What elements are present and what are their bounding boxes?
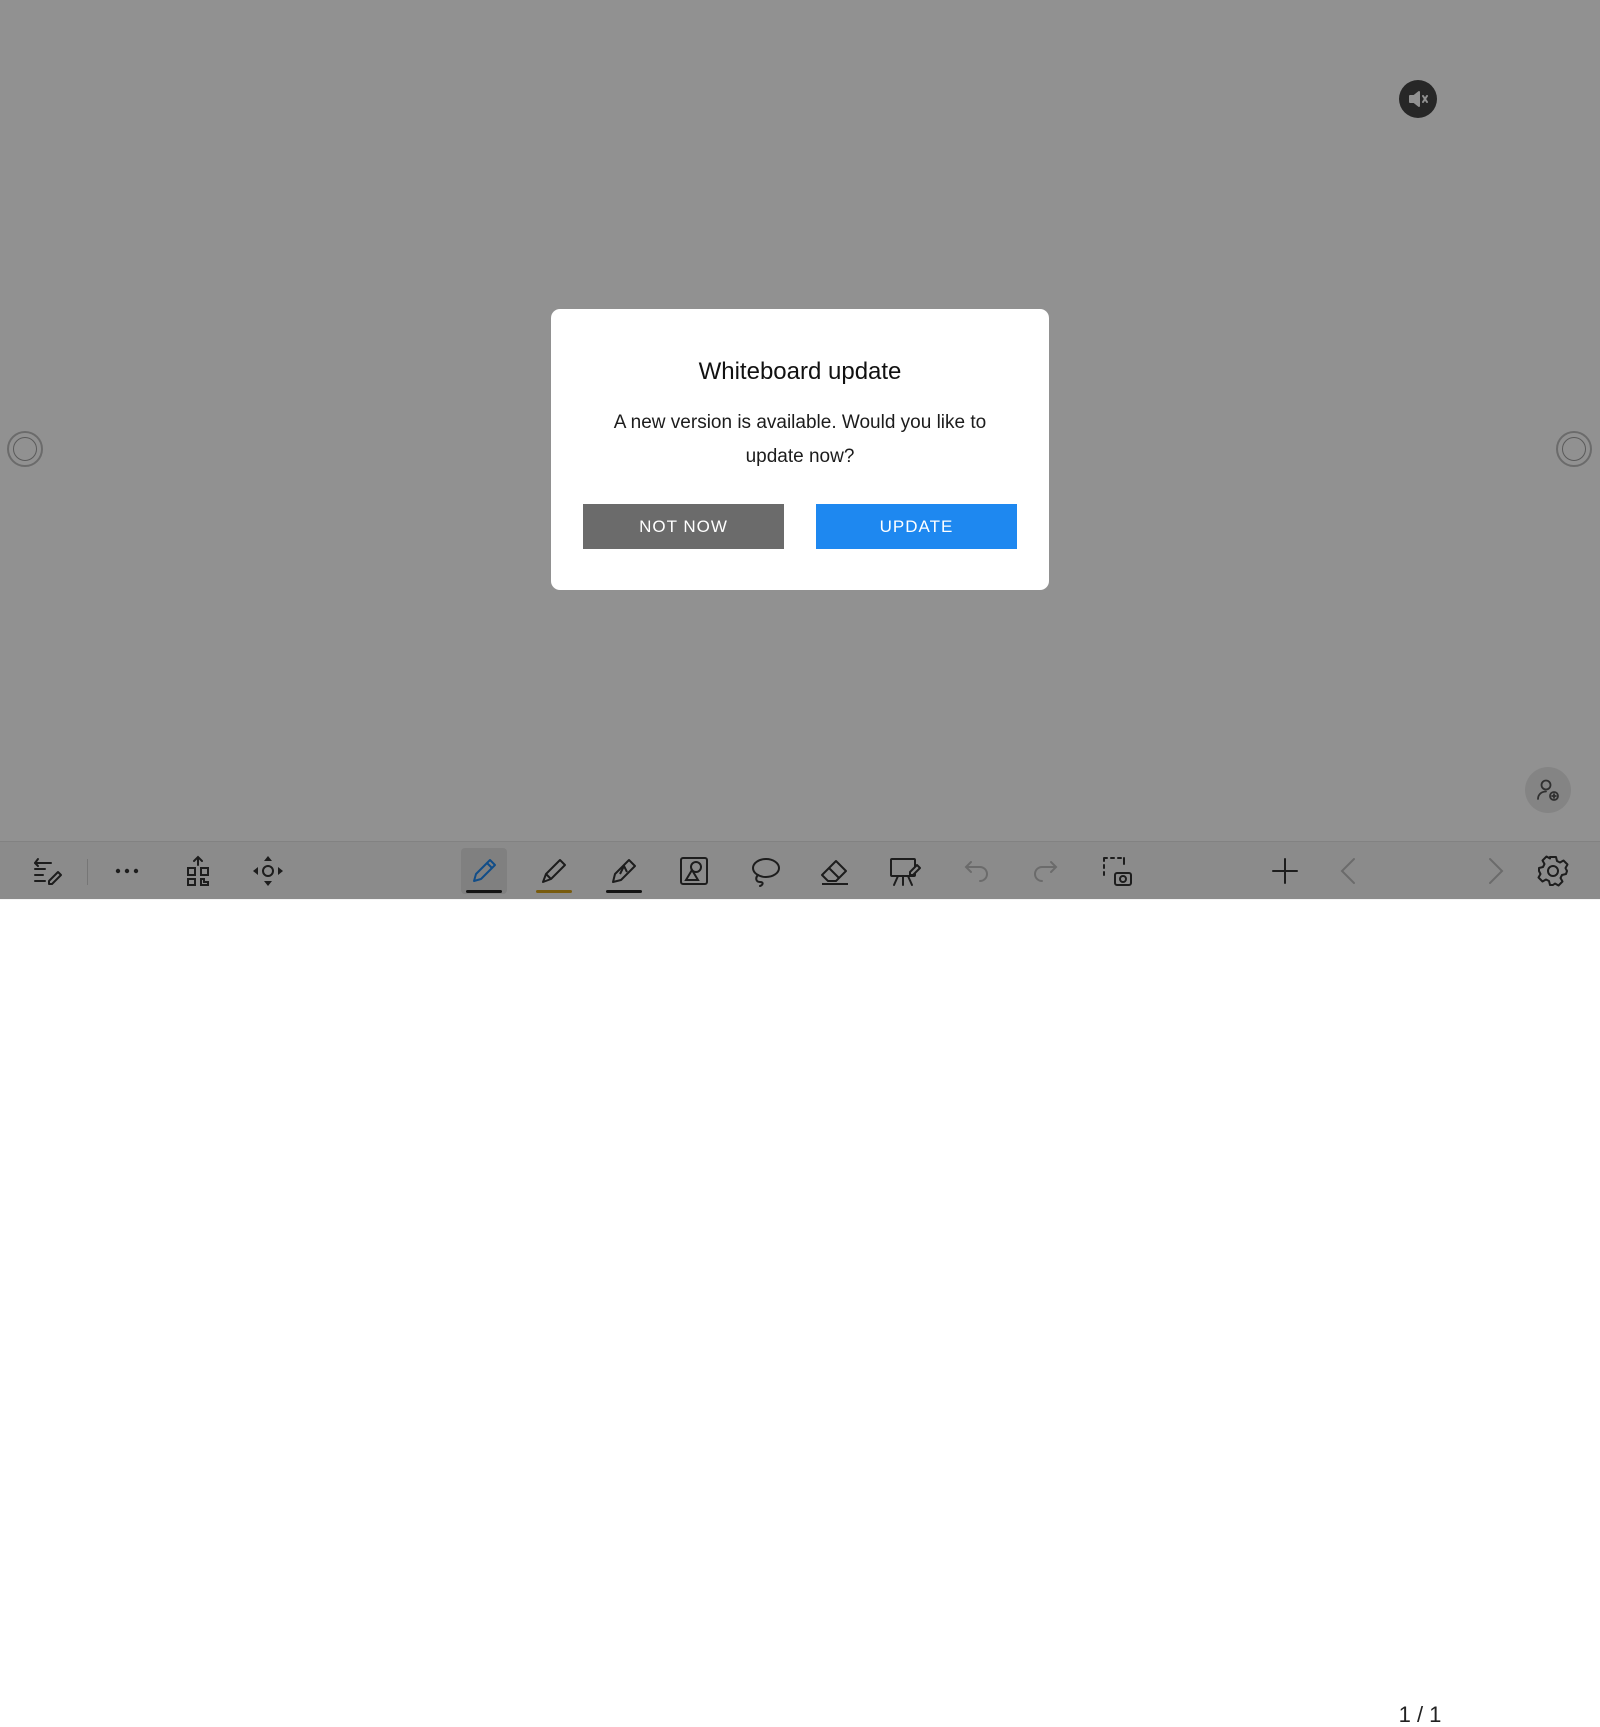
dialog-message: A new version is available. Would you li… xyxy=(613,412,987,467)
dialog-title: Whiteboard update xyxy=(698,358,902,385)
update-button[interactable]: UPDATE xyxy=(816,504,1017,549)
not-now-button[interactable]: NOT NOW xyxy=(583,504,784,549)
update-dialog: Whiteboard update A new version is avail… xyxy=(551,309,1049,590)
page-indicator: 1 / 1 xyxy=(1398,1702,1442,1727)
